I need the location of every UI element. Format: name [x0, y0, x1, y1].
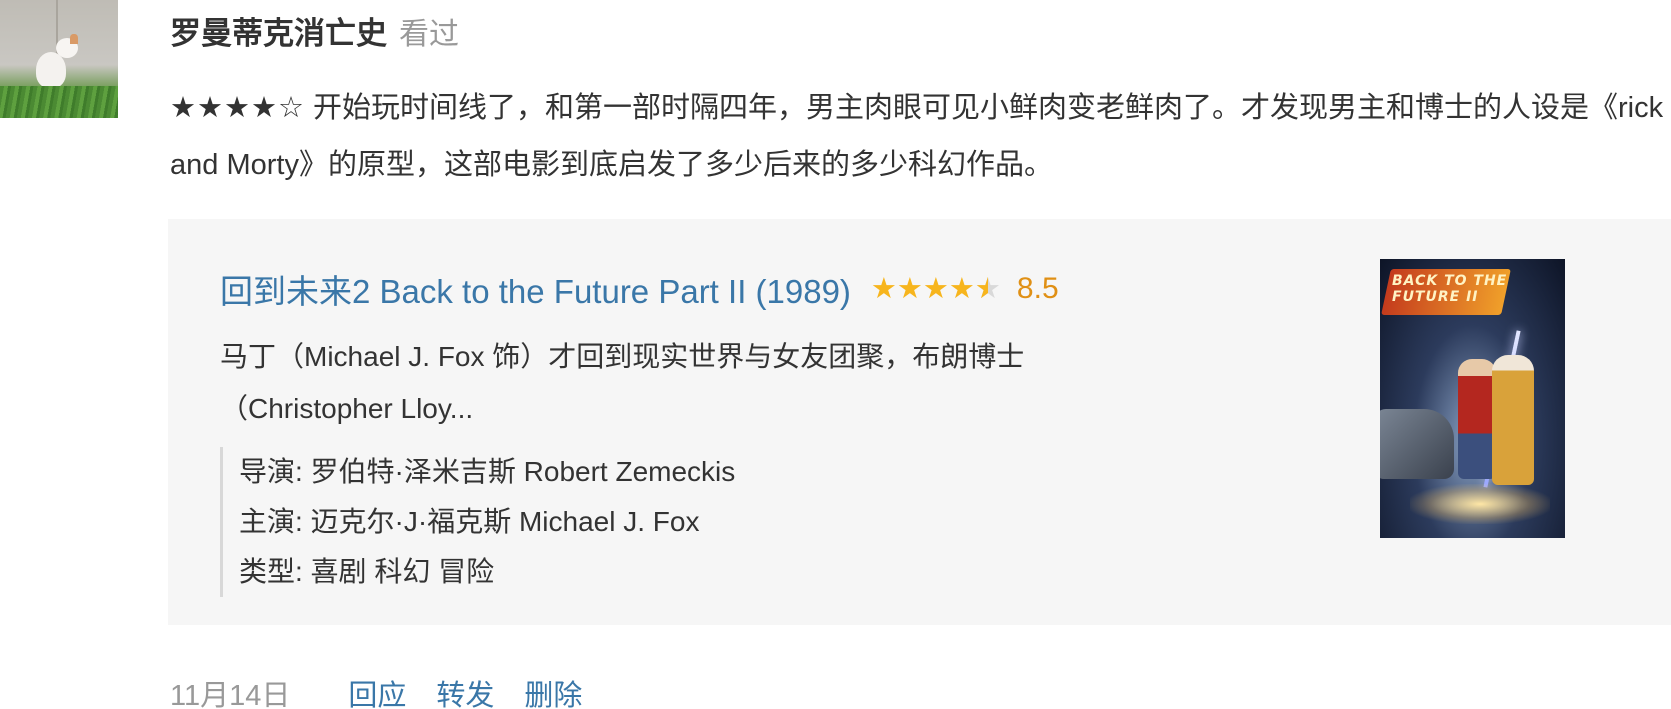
- avatar-cat-body: [36, 52, 66, 88]
- comment-rating-stars-icon: ★★★★☆: [170, 92, 305, 124]
- star-full-icon: ★: [870, 272, 897, 305]
- star-full-icon: ★: [896, 272, 923, 305]
- movie-rating-score: 8.5: [1016, 272, 1059, 305]
- watch-status: 看过: [399, 18, 459, 51]
- star-full-icon: ★: [948, 272, 975, 305]
- star-full-icon: ★: [922, 272, 949, 305]
- comment-text: 开始玩时间线了，和第一部时隔四年，男主肉眼可见小鲜肉变老鲜肉了。才发现男主和博士…: [170, 92, 1664, 181]
- feed-footer: 11月14日 回应 转发 删除: [170, 672, 612, 709]
- share-button[interactable]: 转发: [436, 672, 494, 709]
- delete-button[interactable]: 删除: [524, 672, 582, 709]
- avatar-grass: [0, 86, 118, 118]
- movie-synopsis: 马丁（Michael J. Fox 饰）才回到现实世界与女友团聚，布朗博士（Ch…: [220, 341, 1025, 424]
- movie-director: 导演: 罗伯特·泽米吉斯 Robert Zemeckis: [239, 456, 736, 487]
- post-date[interactable]: 11月14日: [170, 672, 290, 709]
- movie-meta: 导演: 罗伯特·泽米吉斯 Robert Zemeckis 主演: 迈克尔·J·福…: [220, 447, 735, 597]
- status-feed-item: 罗曼蒂克消亡史 看过 ★★★★☆ 开始玩时间线了，和第一部时隔四年，男主肉眼可见小…: [0, 0, 1671, 709]
- avatar-cat-ear: [70, 34, 78, 44]
- reply-button[interactable]: 回应: [348, 672, 406, 709]
- movie-title-row: 回到未来2 Back to the Future Part II (1989) …: [220, 265, 1059, 313]
- movie-genre: 类型: 喜剧 科幻 冒险: [239, 556, 495, 587]
- comment-body: ★★★★☆ 开始玩时间线了，和第一部时隔四年，男主肉眼可见小鲜肉变老鲜肉了。才发现…: [170, 80, 1670, 194]
- star-half-icon: ★: [975, 274, 1001, 304]
- poster-figure-doc: [1492, 355, 1534, 485]
- username-link[interactable]: 罗曼蒂克消亡史: [170, 8, 387, 53]
- movie-rating-stars-icon: ★ ★ ★ ★ ★: [870, 272, 1001, 305]
- feed-header: 罗曼蒂克消亡史 看过: [170, 8, 459, 52]
- movie-poster[interactable]: BACK TO THE FUTURE II: [1380, 259, 1565, 538]
- user-avatar[interactable]: [0, 0, 118, 118]
- poster-ground-glow: [1410, 484, 1550, 524]
- movie-cast: 主演: 迈克尔·J·福克斯 Michael J. Fox: [239, 506, 700, 537]
- poster-car: [1380, 409, 1454, 479]
- movie-card: 回到未来2 Back to the Future Part II (1989) …: [168, 219, 1671, 625]
- movie-title-link[interactable]: 回到未来2 Back to the Future Part II (1989): [220, 265, 851, 313]
- poster-figure-marty: [1458, 359, 1496, 479]
- poster-logo-text: BACK TO THE FUTURE II: [1392, 273, 1508, 305]
